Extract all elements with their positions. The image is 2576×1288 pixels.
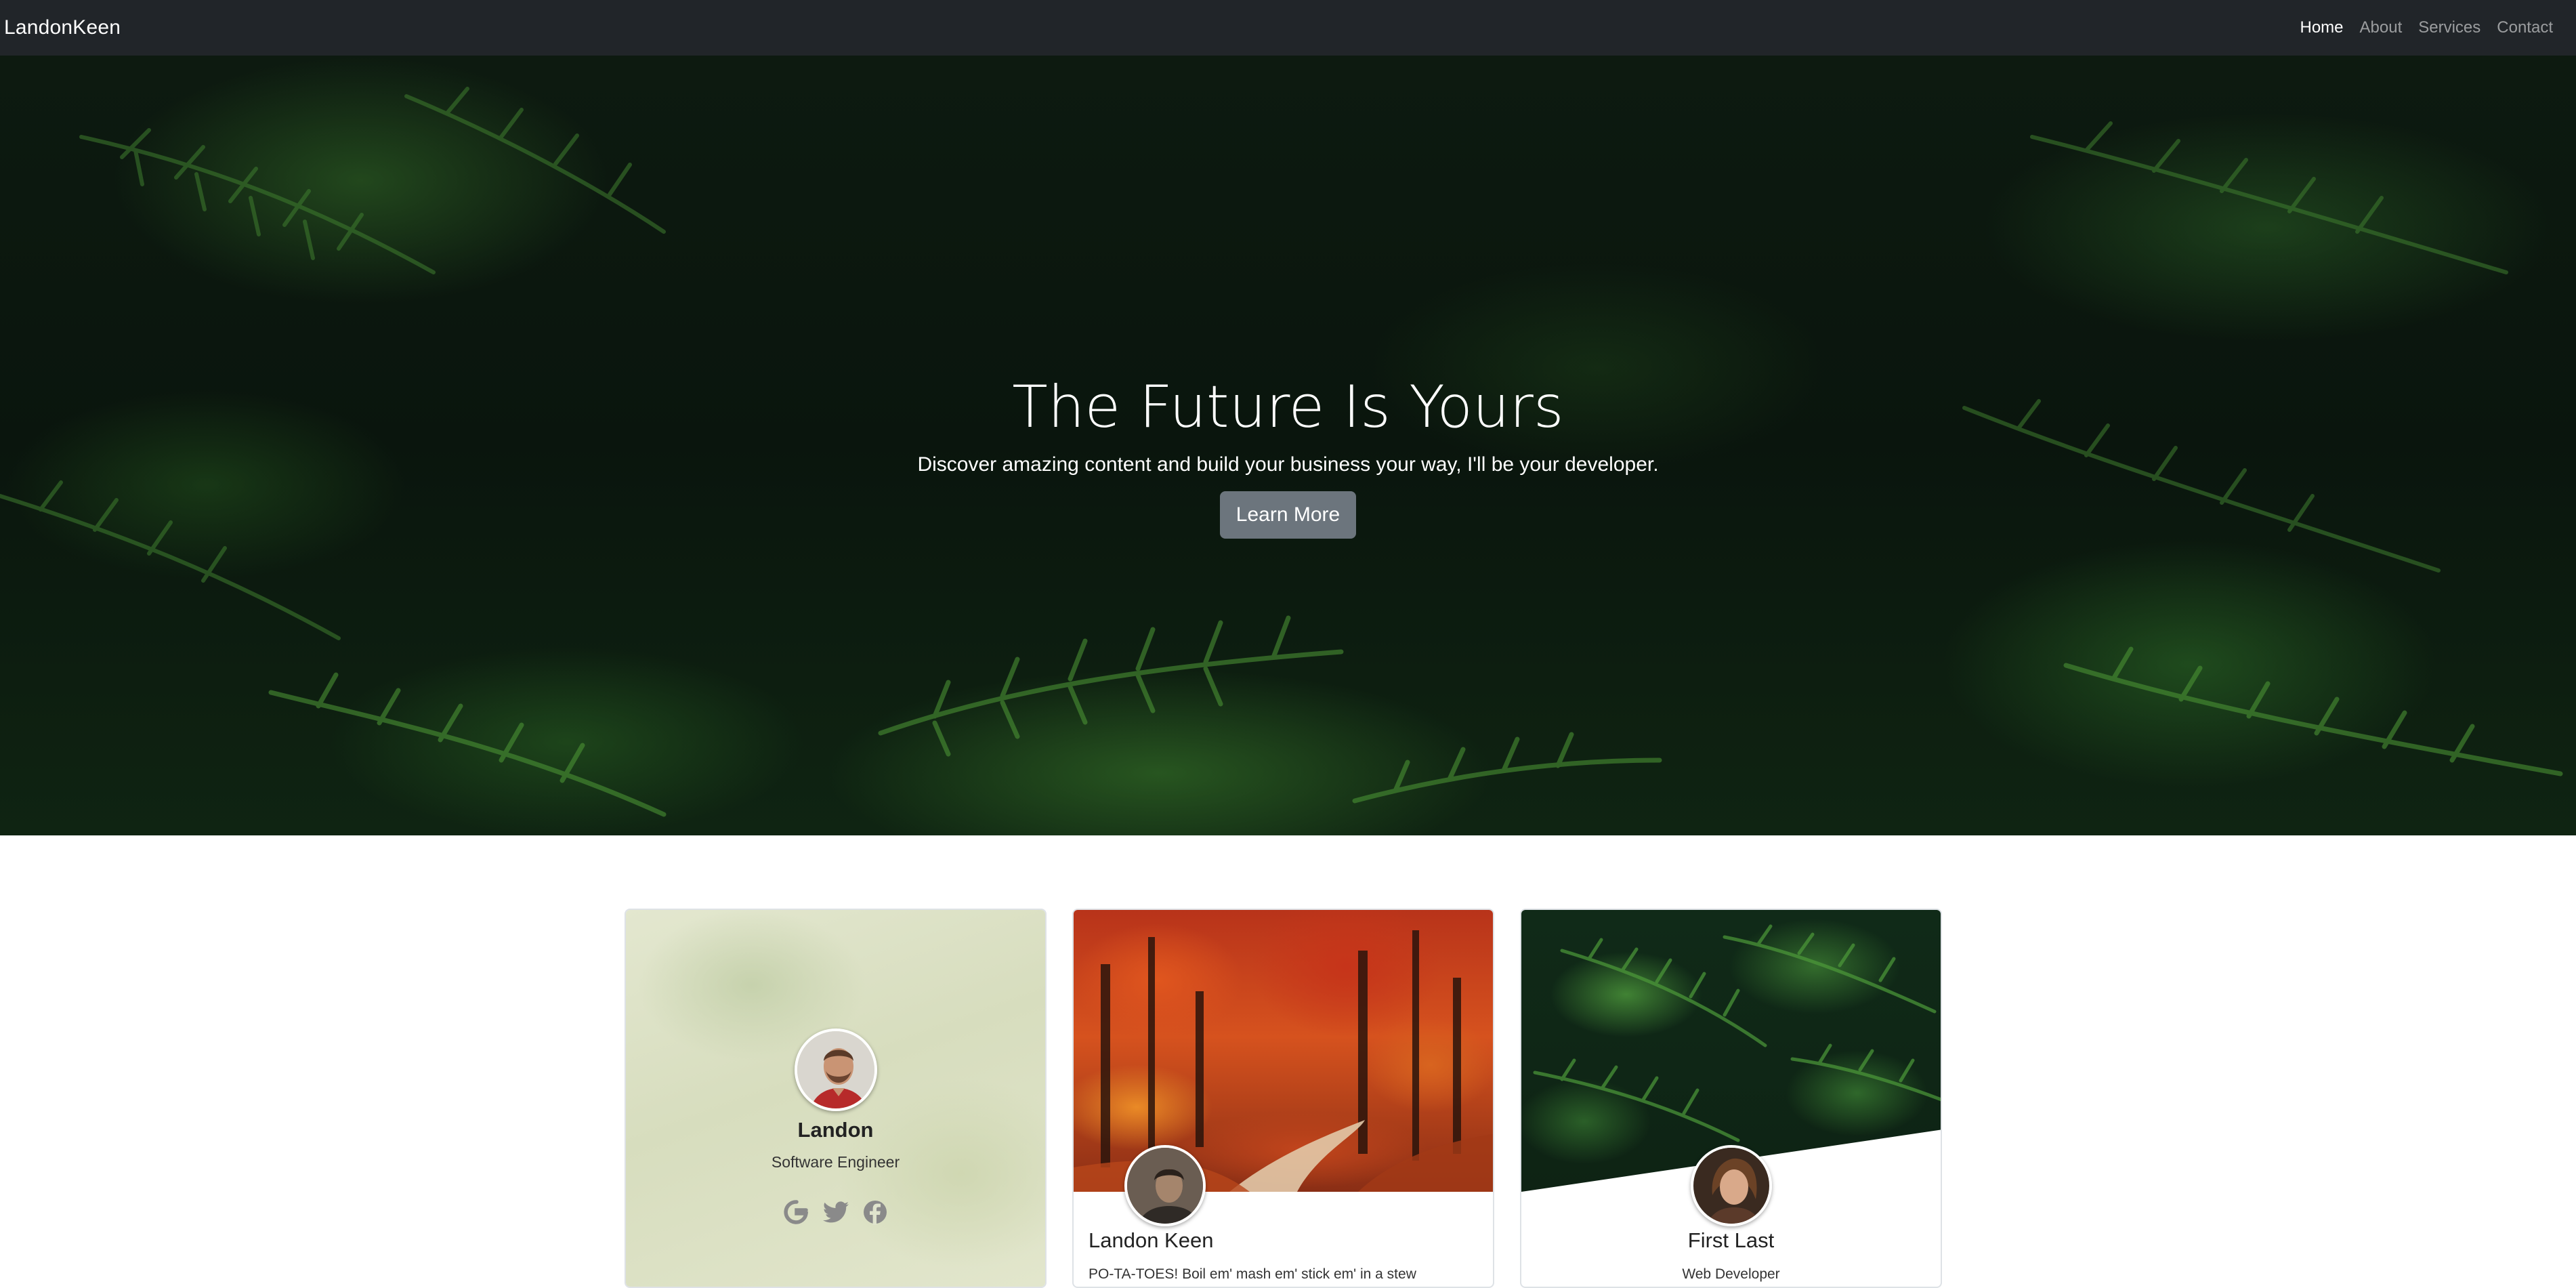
card-role: Software Engineer [771, 1153, 900, 1171]
blog-card-landon-keen: Landon Keen PO-TA-TOES! Boil em' mash em… [1072, 909, 1494, 1288]
card-text: First Last Web Developer [1521, 1228, 1941, 1283]
nav-link-services[interactable]: Services [2410, 18, 2489, 37]
card-name: Landon Keen [1089, 1228, 1214, 1252]
brand-link[interactable]: LandonKeen [4, 16, 121, 39]
nav-links: Home About Services Contact [2292, 18, 2573, 37]
card-text: Landon Keen PO-TA-TOES! Boil em' mash em… [1089, 1228, 1479, 1283]
card-name: First Last [1687, 1228, 1775, 1252]
card-image-autumn-forest [1074, 910, 1493, 1192]
facebook-icon[interactable] [862, 1199, 889, 1226]
nav-link-about[interactable]: About [2352, 18, 2411, 37]
card-description: PO-TA-TOES! Boil em' mash em' stick em' … [1089, 1266, 1416, 1282]
learn-more-button[interactable]: Learn More [1219, 491, 1357, 539]
cards-section: Landon Software Engineer Landon Keen PO-… [0, 835, 2576, 1288]
card-body: Landon Software Engineer [626, 1029, 1045, 1226]
avatar [1691, 1145, 1772, 1226]
avatar [794, 1029, 877, 1111]
profile-card-first-last: First Last Web Developer [1520, 909, 1942, 1288]
twitter-icon[interactable] [822, 1199, 849, 1226]
avatar [1124, 1145, 1206, 1226]
card-role: Web Developer [1682, 1266, 1780, 1282]
navbar: LandonKeen Home About Services Contact [0, 0, 2576, 56]
social-links [783, 1199, 889, 1226]
hero-title: The Future Is Yours [1012, 373, 1564, 441]
card-name: Landon [797, 1118, 874, 1142]
profile-card-landon: Landon Software Engineer [625, 909, 1047, 1288]
google-icon[interactable] [783, 1199, 810, 1226]
hero-section: The Future Is Yours Discover amazing con… [0, 56, 2576, 835]
hero-subtitle: Discover amazing content and build your … [917, 453, 1659, 476]
nav-link-contact[interactable]: Contact [2489, 18, 2561, 37]
nav-link-home[interactable]: Home [2292, 18, 2352, 37]
hero-content: The Future Is Yours Discover amazing con… [0, 56, 2576, 835]
